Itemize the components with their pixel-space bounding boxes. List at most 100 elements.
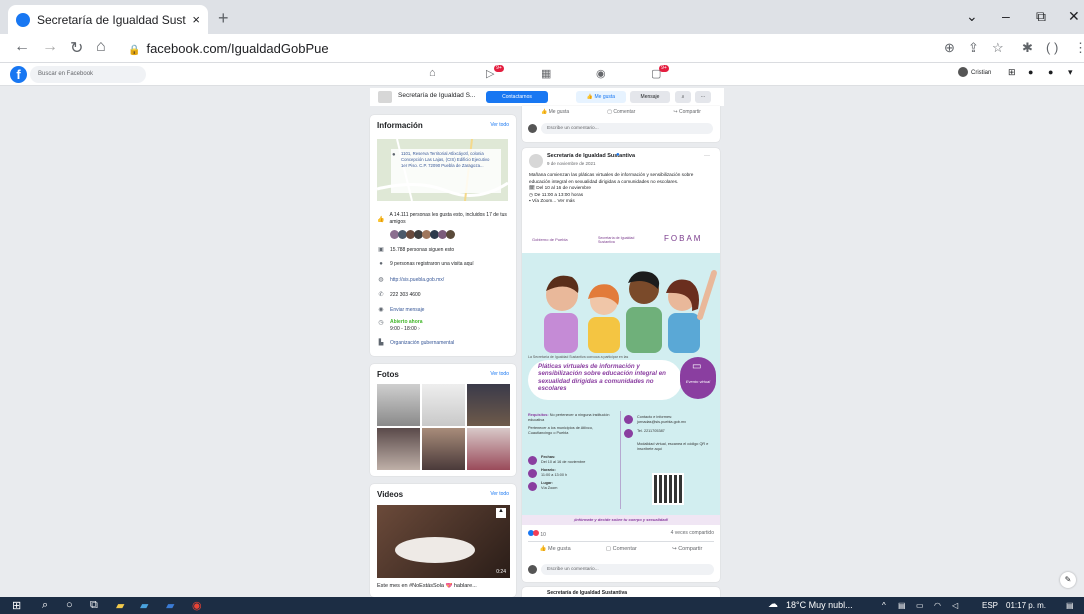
account-menu-icon[interactable]: ▾ xyxy=(1068,67,1073,78)
cortana-icon[interactable]: ○ xyxy=(66,599,73,611)
website-row[interactable]: ◍ http://sis.puebla.gob.mx/ xyxy=(377,276,512,284)
messenger-icon[interactable]: ● xyxy=(1028,67,1033,77)
shares-count[interactable]: 4 veces compartido xyxy=(671,530,714,536)
globe-icon: ◍ xyxy=(378,277,384,283)
chrome-icon[interactable]: ◉ xyxy=(192,599,202,612)
maximize-button[interactable]: ⧉ xyxy=(1036,8,1046,25)
post-date[interactable]: 9 de noviembre de 2021 xyxy=(547,161,596,166)
task-view-icon[interactable]: ⧉ xyxy=(90,599,98,612)
minimize-button[interactable]: – xyxy=(1002,8,1010,24)
previous-share-button[interactable]: ↪ Compartir xyxy=(673,109,701,115)
tray-volume-icon[interactable]: ◁ xyxy=(952,601,958,610)
store-icon[interactable]: ▰ xyxy=(140,599,148,612)
category-row[interactable]: ▙ Organización gubernamental xyxy=(377,339,512,347)
tray-chevron-icon[interactable]: ^ xyxy=(882,601,886,610)
contact-button[interactable]: Contactarnos xyxy=(486,91,548,103)
post-author[interactable]: Secretaría de Igualdad Sustantiva xyxy=(547,153,635,159)
user-name[interactable]: Cristian xyxy=(971,70,991,76)
tray-network-icon[interactable]: ▤ xyxy=(898,601,906,610)
extensions-icon[interactable]: ✱ xyxy=(1022,40,1033,56)
photo-thumbnail[interactable] xyxy=(467,428,510,470)
facebook-search-input[interactable]: Buscar en Facebook xyxy=(30,66,146,83)
browser-tab[interactable]: Secretaría de Igualdad Sustantiv × xyxy=(8,5,208,34)
marketplace-nav-icon[interactable]: ▦ xyxy=(541,67,551,80)
close-window-button[interactable]: ✕ xyxy=(1068,8,1080,25)
zoom-icon[interactable]: ⊕ xyxy=(944,40,955,56)
menu-grid-icon[interactable]: ⊞ xyxy=(1008,67,1016,78)
photo-thumbnail[interactable] xyxy=(467,384,510,426)
more-options-icon[interactable]: ··· xyxy=(695,91,711,103)
category-link[interactable]: Organización gubernamental xyxy=(390,340,454,346)
new-tab-button[interactable]: + xyxy=(218,8,229,29)
info-see-all-link[interactable]: Ver todo xyxy=(490,122,509,128)
page-name[interactable]: Secretaría de Igualdad S... xyxy=(398,92,475,99)
post-author-avatar[interactable] xyxy=(529,154,543,168)
poster-req2: Pertenecer a los municipios de Atlixco, … xyxy=(528,426,594,435)
share-button[interactable]: ↪ Compartir xyxy=(672,546,702,552)
previous-comment-button[interactable]: ▢ Comentar xyxy=(607,109,635,115)
previous-comment-input[interactable]: Escribe un comentario... xyxy=(541,123,713,134)
forward-icon[interactable]: → xyxy=(42,38,58,56)
map-thumbnail[interactable]: ● 1101, Reserva Territorial Atlixcáyotl,… xyxy=(377,139,508,201)
facebook-top-bar: f Buscar en Facebook ⌂ ▷ 9+ ▦ ◉ ▢ 9+ Cri… xyxy=(0,63,1084,86)
poster-logo-mid: Secretaría de Igualdad Sustantiva xyxy=(598,236,635,244)
language-indicator[interactable]: ESP xyxy=(982,601,998,610)
tab-close-icon[interactable]: × xyxy=(192,12,200,27)
post-image[interactable]: Gobierno de Puebla Secretaría de Igualda… xyxy=(522,229,720,525)
reactions-count[interactable]: 10 xyxy=(540,532,546,538)
photo-thumbnail[interactable] xyxy=(422,428,465,470)
reload-icon[interactable]: ↻ xyxy=(70,38,83,58)
tab-search-icon[interactable]: ⌄ xyxy=(966,8,978,25)
profile-icon[interactable]: ( ) xyxy=(1046,40,1058,55)
weather-text[interactable]: 18°C Muy nubl... xyxy=(786,600,853,610)
tray-wifi-icon[interactable]: ◠ xyxy=(934,601,941,610)
menu-icon[interactable]: ⋮ xyxy=(1074,40,1084,56)
tray-battery-icon[interactable]: ▭ xyxy=(916,601,924,610)
user-avatar[interactable] xyxy=(958,67,968,77)
back-icon[interactable]: ← xyxy=(14,38,30,56)
like-page-button[interactable]: 👍 Me gusta xyxy=(576,91,626,103)
address-text[interactable]: 1101, Reserva Territorial Atlixcáyotl, c… xyxy=(401,151,493,169)
facebook-logo-icon[interactable]: f xyxy=(10,66,27,83)
bookmark-star-icon[interactable]: ☆ xyxy=(992,40,1004,56)
windows-start-icon[interactable]: ⊞ xyxy=(12,599,21,612)
share-icon[interactable]: ⇪ xyxy=(968,40,979,56)
post-options-icon[interactable]: ··· xyxy=(704,153,710,159)
photo-thumbnail[interactable] xyxy=(422,384,465,426)
photo-thumbnail[interactable] xyxy=(377,428,420,470)
send-message-row[interactable]: ◉ Enviar mensaje xyxy=(377,306,512,314)
home-nav-icon[interactable]: ⌂ xyxy=(429,67,436,79)
video-thumbnail[interactable]: ▲ 0:24 xyxy=(377,505,510,578)
comment-button[interactable]: ▢ Comentar xyxy=(606,546,637,552)
calendar-icon: 🗓 xyxy=(529,185,535,190)
groups-nav-icon[interactable]: ◉ xyxy=(596,67,606,80)
taskbar-search-icon[interactable]: ⌕ xyxy=(42,599,48,612)
mail-icon[interactable]: ▰ xyxy=(166,599,174,612)
comment-input[interactable]: Escribe un comentario... xyxy=(541,564,714,575)
website-link[interactable]: http://sis.puebla.gob.mx/ xyxy=(390,277,444,283)
friends-avatars[interactable] xyxy=(390,230,455,240)
previous-like-button[interactable]: 👍 Me gusta xyxy=(541,109,569,115)
clock-text[interactable]: 01:17 p. m. xyxy=(1006,601,1046,610)
page-avatar[interactable] xyxy=(378,91,392,103)
post-line-via[interactable]: ▪ Vía Zoom... Ver más xyxy=(529,198,713,205)
video-caption[interactable]: Este mes en #NoEstásSola 💖 hablare... xyxy=(377,583,512,589)
send-message-link[interactable]: Enviar mensaje xyxy=(390,307,424,313)
page-search-icon[interactable]: ⌕ xyxy=(675,91,691,103)
notification-center-icon[interactable]: ▤ xyxy=(1066,601,1074,610)
notifications-icon[interactable]: ● xyxy=(1048,67,1053,77)
new-message-icon[interactable]: ✎ xyxy=(1060,572,1076,588)
videos-see-all-link[interactable]: Ver todo xyxy=(490,491,509,497)
message-button[interactable]: Mensaje xyxy=(630,91,670,103)
address-bar[interactable]: 🔒 facebook.com/IgualdadGobPue xyxy=(128,41,329,56)
comment-label: Comentar xyxy=(613,109,636,115)
home-icon[interactable]: ⌂ xyxy=(96,38,106,56)
friend-avatar xyxy=(446,230,455,239)
like-button[interactable]: 👍 Me gusta xyxy=(540,546,571,552)
photos-see-all-link[interactable]: Ver todo xyxy=(490,371,509,377)
next-post-author[interactable]: Secretaría de Igualdad Sustantiva xyxy=(547,590,627,596)
hours-row[interactable]: ◷ Abierto ahora 9:00 - 18:00 › xyxy=(377,319,512,333)
file-explorer-icon[interactable]: ▰ xyxy=(116,599,124,612)
photo-thumbnail[interactable] xyxy=(377,384,420,426)
poster-logo-bar: Gobierno de Puebla Secretaría de Igualda… xyxy=(522,229,720,253)
